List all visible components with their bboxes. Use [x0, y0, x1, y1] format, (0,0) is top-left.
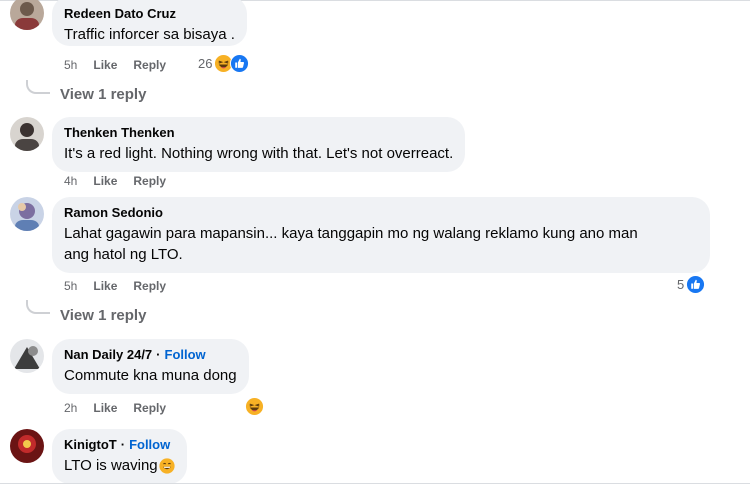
avatar[interactable]: [10, 339, 44, 373]
like-button[interactable]: Like: [93, 173, 117, 189]
comment-text: Commute kna muna dong: [64, 367, 237, 384]
view-replies-link[interactable]: View 1 reply: [60, 85, 146, 105]
reaction-summary[interactable]: [245, 397, 264, 416]
comment-actions: 2h Like Reply: [64, 400, 182, 416]
reply-button[interactable]: Reply: [133, 57, 166, 73]
reaction-count: 26: [198, 56, 213, 71]
comment-text: It's a red light. Nothing wrong with tha…: [64, 145, 454, 162]
comment-time[interactable]: 2h: [64, 400, 77, 416]
view-replies-link[interactable]: View 1 reply: [60, 306, 146, 326]
reply-thread-line: [26, 80, 50, 94]
comment-text: Traffic inforcer sa bisaya .: [64, 26, 235, 43]
avatar[interactable]: [10, 429, 44, 463]
avatar[interactable]: [10, 197, 44, 231]
follow-button[interactable]: Follow: [129, 436, 170, 453]
reply-button[interactable]: Reply: [133, 173, 166, 189]
reply-thread-line: [26, 300, 50, 314]
thumbs-up-icon: [230, 54, 250, 73]
comment-bubble: Ramon Sedonio Lahat gagawin para mapansi…: [52, 197, 710, 273]
comment-text: Lahat gagawin para mapansin... kaya tang…: [64, 223, 698, 265]
comment-text: LTO is waving: [64, 455, 175, 476]
comment-actions: 5h Like Reply: [64, 57, 182, 73]
reaction-summary[interactable]: 26: [198, 54, 250, 73]
comment-text-line: Lahat gagawin para mapansin... kaya tang…: [64, 225, 638, 242]
reply-button[interactable]: Reply: [133, 400, 166, 416]
comment-text-line: ang hatol ng LTO.: [64, 246, 183, 263]
grinning-emoji-icon: [159, 457, 175, 474]
author-name[interactable]: KinigtoT: [64, 436, 117, 453]
comment-author[interactable]: Thenken Thenken: [64, 124, 453, 141]
comment-author[interactable]: Redeen Dato Cruz: [64, 5, 235, 22]
comment-actions: 4h Like Reply: [64, 173, 182, 189]
separator-dot: ·: [156, 347, 161, 362]
comment-bubble: Thenken Thenken It's a red light. Nothin…: [52, 117, 466, 172]
reply-button[interactable]: Reply: [133, 278, 166, 294]
comment-time[interactable]: 4h: [64, 173, 77, 189]
separator-dot: ·: [120, 437, 126, 452]
like-button[interactable]: Like: [93, 400, 117, 416]
comment-time[interactable]: 5h: [64, 278, 77, 294]
comment-bubble: Redeen Dato Cruz Traffic inforcer sa bis…: [52, 0, 247, 46]
comment-time[interactable]: 5h: [64, 57, 77, 73]
laughing-emoji-icon: [245, 397, 264, 416]
comment-bubble: KinigtoT · Follow LTO is waving: [52, 429, 187, 484]
thumbs-up-icon: [686, 275, 706, 294]
like-button[interactable]: Like: [93, 278, 117, 294]
comment-author: KinigtoT · Follow: [64, 436, 175, 453]
author-name[interactable]: Nan Daily 24/7: [64, 346, 152, 363]
comment-bubble: Nan Daily 24/7 · Follow Commute kna muna…: [52, 339, 249, 394]
avatar[interactable]: [10, 117, 44, 151]
comment-author: Nan Daily 24/7 · Follow: [64, 346, 237, 363]
reaction-summary[interactable]: 5: [677, 275, 706, 294]
reaction-count: 5: [677, 277, 685, 292]
comment-actions: 5h Like Reply: [64, 278, 182, 294]
avatar[interactable]: [10, 0, 44, 30]
follow-button[interactable]: Follow: [165, 346, 206, 363]
like-button[interactable]: Like: [93, 57, 117, 73]
comment-author[interactable]: Ramon Sedonio: [64, 204, 698, 221]
comment-text-content: LTO is waving: [64, 457, 158, 474]
